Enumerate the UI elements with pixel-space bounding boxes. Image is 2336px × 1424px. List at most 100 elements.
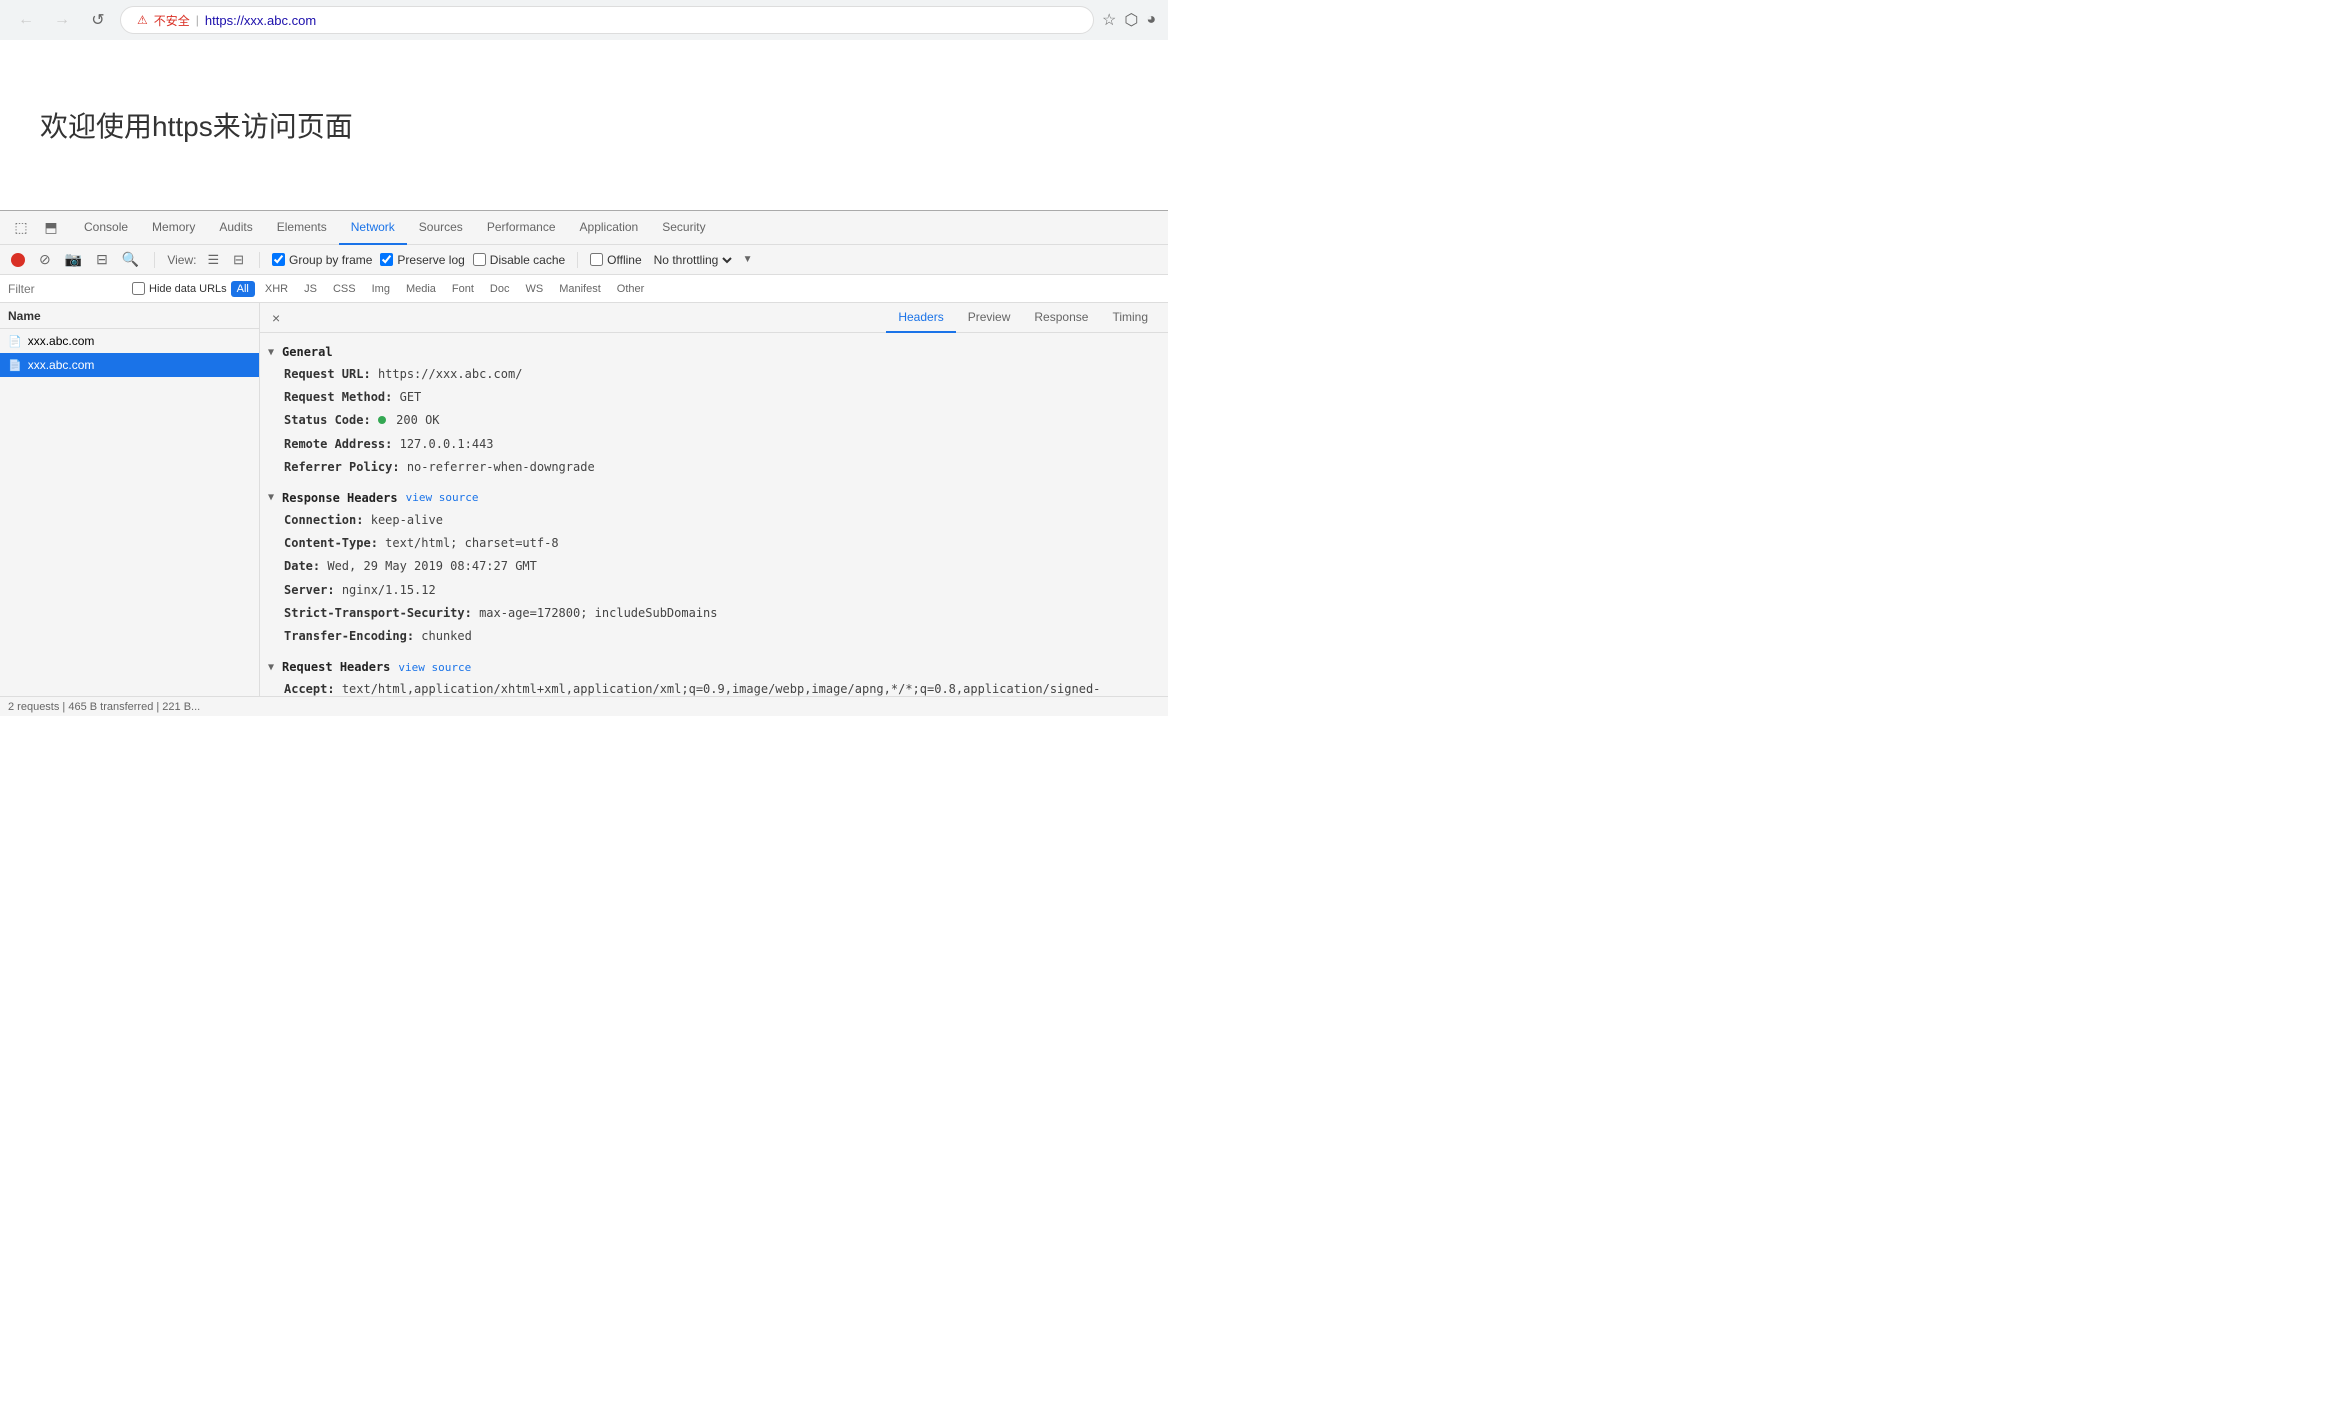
request-headers-view-source[interactable]: view source: [398, 661, 471, 674]
tab-application[interactable]: Application: [568, 211, 651, 245]
req-accept-label: Accept:: [284, 682, 335, 696]
detail-panel: × Headers Preview Response Timing ▼ Gene…: [260, 303, 1168, 696]
request-item-1[interactable]: 📄 xxx.abc.com: [0, 329, 259, 353]
filter-js[interactable]: JS: [298, 281, 323, 297]
status-bar-text: 2 requests | 465 B transferred | 221 B..…: [8, 701, 200, 713]
requests-column-header: Name: [0, 303, 259, 329]
filter-other[interactable]: Other: [611, 281, 651, 297]
device-mode-button[interactable]: ⬒: [38, 215, 64, 241]
disable-cache-checkbox[interactable]: [473, 253, 486, 266]
browser-chrome: ← → ↺ ⚠ 不安全 | https://xxx.abc.com ☆ ⬡ ◕: [0, 0, 1168, 40]
tab-performance[interactable]: Performance: [475, 211, 568, 245]
referrer-policy-value: no-referrer-when-downgrade: [407, 460, 595, 474]
detail-tab-preview[interactable]: Preview: [956, 303, 1023, 333]
resp-server-row: Server: nginx/1.15.12: [260, 579, 1168, 602]
request-url-row: Request URL: https://xxx.abc.com/: [260, 363, 1168, 386]
extensions-icon[interactable]: ⬡: [1124, 10, 1138, 30]
preserve-log-label[interactable]: Preserve log: [380, 253, 464, 267]
resp-server-value: nginx/1.15.12: [342, 583, 436, 597]
filter-font[interactable]: Font: [446, 281, 480, 297]
status-dot: [378, 416, 386, 424]
tab-audits[interactable]: Audits: [207, 211, 264, 245]
request-method-row: Request Method: GET: [260, 386, 1168, 409]
resp-transfer-row: Transfer-Encoding: chunked: [260, 625, 1168, 648]
disable-cache-label[interactable]: Disable cache: [473, 253, 565, 267]
tab-console[interactable]: Console: [72, 211, 140, 245]
address-bar: ← → ↺ ⚠ 不安全 | https://xxx.abc.com ☆ ⬡ ◕: [0, 0, 1168, 40]
security-warning-text: 不安全: [154, 12, 190, 29]
detail-tab-timing[interactable]: Timing: [1100, 303, 1160, 333]
filter-css[interactable]: CSS: [327, 281, 362, 297]
throttle-dropdown-icon: ▼: [743, 254, 753, 265]
detail-close-button[interactable]: ×: [268, 306, 284, 330]
referrer-policy-label: Referrer Policy:: [284, 460, 400, 474]
headers-content: ▼ General Request URL: https://xxx.abc.c…: [260, 333, 1168, 696]
remote-address-label: Remote Address:: [284, 437, 392, 451]
offline-label[interactable]: Offline: [590, 253, 641, 267]
filter-input[interactable]: [8, 282, 128, 296]
remote-address-row: Remote Address: 127.0.0.1:443: [260, 433, 1168, 456]
separator: |: [196, 13, 199, 27]
referrer-policy-row: Referrer Policy: no-referrer-when-downgr…: [260, 456, 1168, 479]
request-icon-2: 📄: [8, 359, 22, 372]
camera-button[interactable]: 📷: [62, 248, 85, 271]
resp-transfer-label: Transfer-Encoding:: [284, 629, 414, 643]
filter-all[interactable]: All: [231, 281, 255, 297]
tab-security[interactable]: Security: [650, 211, 717, 245]
filter-media[interactable]: Media: [400, 281, 442, 297]
record-button[interactable]: [8, 250, 28, 270]
filter-doc[interactable]: Doc: [484, 281, 516, 297]
request-item-2[interactable]: 📄 xxx.abc.com: [0, 353, 259, 377]
tab-network[interactable]: Network: [339, 211, 407, 245]
request-headers-section-header[interactable]: ▼ Request Headers view source: [260, 656, 1168, 678]
clear-button[interactable]: ⊘: [36, 248, 54, 271]
filter-img[interactable]: Img: [366, 281, 396, 297]
throttle-select[interactable]: No throttling Slow 3G Fast 3G: [650, 252, 735, 268]
filter-bar: Hide data URLs All XHR JS CSS Img Media …: [0, 275, 1168, 303]
inspect-element-button[interactable]: ⬚: [8, 215, 34, 241]
preserve-log-checkbox[interactable]: [380, 253, 393, 266]
devtools-panel: ⬚ ⬒ Console Memory Audits Elements Netwo…: [0, 210, 1168, 716]
filter-manifest[interactable]: Manifest: [553, 281, 607, 297]
response-headers-title: Response Headers: [282, 491, 398, 505]
general-section-header[interactable]: ▼ General: [260, 341, 1168, 363]
clear-icon: ⊘: [39, 251, 51, 268]
hide-data-urls-checkbox[interactable]: [132, 282, 145, 295]
offline-checkbox[interactable]: [590, 253, 603, 266]
view-details-button[interactable]: ⊟: [230, 249, 247, 271]
search-button[interactable]: 🔍: [119, 248, 142, 271]
bookmark-icon[interactable]: ☆: [1102, 10, 1116, 30]
page-content: 欢迎使用https来访问页面: [0, 40, 1168, 210]
address-input[interactable]: ⚠ 不安全 | https://xxx.abc.com: [120, 6, 1094, 34]
status-code-value: 200 OK: [396, 413, 439, 427]
detail-tab-headers[interactable]: Headers: [886, 303, 955, 333]
resp-date-label: Date:: [284, 559, 320, 573]
filter-button[interactable]: ⊟: [93, 248, 111, 271]
group-by-frame-label[interactable]: Group by frame: [272, 253, 372, 267]
detail-tab-response[interactable]: Response: [1022, 303, 1100, 333]
general-section-title: General: [282, 345, 333, 359]
status-code-label: Status Code:: [284, 413, 371, 427]
response-headers-view-source[interactable]: view source: [406, 491, 479, 504]
resp-date-row: Date: Wed, 29 May 2019 08:47:27 GMT: [260, 555, 1168, 578]
tab-memory[interactable]: Memory: [140, 211, 207, 245]
tab-sources[interactable]: Sources: [407, 211, 475, 245]
back-button[interactable]: ←: [12, 6, 40, 34]
forward-button[interactable]: →: [48, 6, 76, 34]
tab-elements[interactable]: Elements: [265, 211, 339, 245]
view-list-button[interactable]: ☰: [204, 249, 222, 271]
hide-data-urls-label[interactable]: Hide data URLs: [132, 282, 227, 295]
view-label: View:: [167, 253, 196, 267]
reload-button[interactable]: ↺: [84, 6, 112, 34]
group-by-frame-checkbox[interactable]: [272, 253, 285, 266]
address-text: https://xxx.abc.com: [205, 13, 316, 28]
response-headers-section-header[interactable]: ▼ Response Headers view source: [260, 487, 1168, 509]
filter-ws[interactable]: WS: [519, 281, 549, 297]
general-toggle-icon: ▼: [268, 347, 274, 358]
request-headers-title: Request Headers: [282, 660, 390, 674]
resp-connection-label: Connection:: [284, 513, 363, 527]
devtools-tab-bar: ⬚ ⬒ Console Memory Audits Elements Netwo…: [0, 211, 1168, 245]
filter-xhr[interactable]: XHR: [259, 281, 294, 297]
profile-icon[interactable]: ◕: [1146, 11, 1156, 29]
req-accept-row: Accept: text/html,application/xhtml+xml,…: [260, 678, 1168, 696]
